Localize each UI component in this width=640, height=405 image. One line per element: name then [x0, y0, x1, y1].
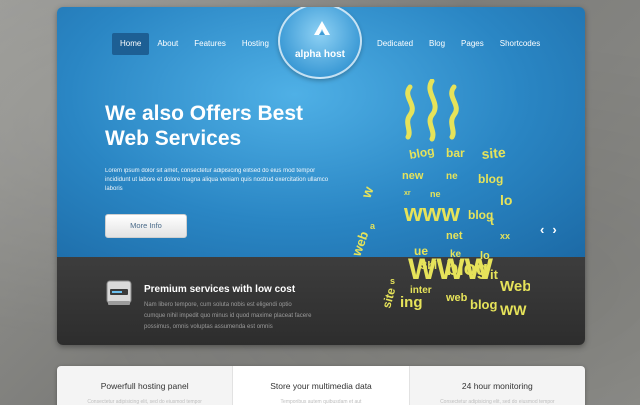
mug-word: site	[481, 144, 507, 162]
mug-word: lo	[500, 192, 512, 208]
card-text: Temporibus autem quibusdam et aut	[280, 399, 362, 405]
mug-word: blog	[470, 297, 497, 312]
mug-word: site	[379, 286, 398, 310]
nav-item-about[interactable]: About	[149, 33, 186, 55]
mug-word: inter	[410, 285, 432, 296]
hero-lead-text: Lorem ipsum dolor sit amet, consectetur …	[105, 168, 329, 192]
mug-word: Sbl	[420, 260, 437, 272]
hero-slider: Home About Features Hosting alpha host D…	[57, 7, 585, 345]
nav-item-dedicated[interactable]: Dedicated	[369, 33, 421, 55]
mug-word: xr	[404, 190, 411, 197]
mug-word: Web	[500, 278, 530, 295]
mug-word: xx	[500, 231, 510, 241]
hero-headline-line1: We also Offers Best	[105, 102, 304, 125]
mug-word: ne	[430, 189, 441, 199]
mug-word: ke	[450, 249, 462, 260]
card-title: 24 hour monitoring	[461, 381, 533, 391]
mug-word: t	[490, 214, 494, 228]
coffee-mug-word-cloud-icon: blog bar sitewnew ne blogxr newww blogloaweb ne…	[350, 79, 530, 318]
nav-right: Dedicated Blog Pages Shortcodes	[369, 33, 548, 55]
nav-item-shortcodes[interactable]: Shortcodes	[492, 33, 548, 55]
card-title: Powerfull hosting panel	[100, 381, 189, 391]
nav-item-blog[interactable]: Blog	[421, 33, 453, 55]
nav-left: Home About Features Hosting	[112, 33, 277, 55]
nav-item-pages[interactable]: Pages	[453, 33, 492, 55]
mug-word: www	[403, 200, 460, 227]
mug-word: it	[490, 267, 499, 282]
chevron-left-icon[interactable]: ‹	[540, 223, 544, 236]
chevron-right-icon[interactable]: ›	[552, 223, 556, 236]
hero-headline-line2: Web Services	[105, 127, 242, 150]
nav-item-features[interactable]: Features	[186, 33, 234, 55]
mug-word: s	[390, 276, 395, 286]
server-drive-icon	[106, 280, 132, 305]
card-title: Store your multimedia data	[270, 381, 372, 391]
mug-word: web	[350, 229, 371, 259]
card-monitoring: 24 hour monitoring Consectetur adipisici…	[410, 366, 585, 405]
mug-word: net	[446, 230, 463, 242]
logo-text: alpha host	[294, 49, 345, 60]
feature-cards: Powerfull hosting panel Consectetur adip…	[57, 366, 585, 405]
card-text: Consectetur adipisicing elit, sed do eiu…	[440, 399, 555, 405]
slider-arrows: ‹ ›	[540, 223, 557, 236]
mug-word: lo	[480, 250, 490, 262]
mug-word: ing	[400, 294, 423, 311]
mug-word: a	[370, 221, 376, 231]
card-multimedia: Store your multimedia data Temporibus au…	[233, 366, 410, 405]
feature-title: Premium services with low cost	[144, 284, 296, 295]
mug-word: ne	[446, 171, 458, 182]
mug-word: bar	[446, 146, 465, 160]
mug-word: blog	[478, 172, 503, 186]
mug-word: new	[402, 170, 424, 182]
card-hosting-panel: Powerfull hosting panel Consectetur adip…	[57, 366, 234, 405]
hero-headline: We also Offers Best Web Services	[105, 101, 345, 151]
mug-word: WW	[500, 302, 527, 318]
more-info-button[interactable]: More Info	[105, 214, 187, 238]
alpha-logo-icon	[314, 21, 330, 35]
mug-word: w	[357, 184, 376, 201]
feature-text: Nam libero tempore, cum soluta nobis est…	[144, 302, 312, 330]
card-text: Consectetur adipisicing elit, sed do eiu…	[87, 399, 202, 405]
mug-word: web	[445, 292, 468, 304]
nav-item-home[interactable]: Home	[112, 33, 150, 55]
mug-word: blog	[408, 144, 435, 162]
nav-item-hosting[interactable]: Hosting	[234, 33, 277, 55]
steam-icon	[405, 79, 459, 142]
